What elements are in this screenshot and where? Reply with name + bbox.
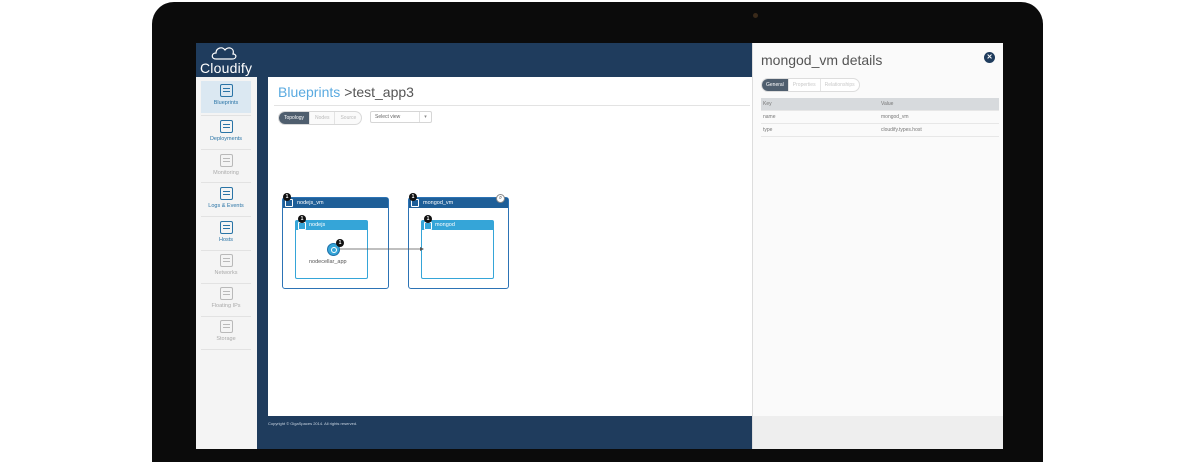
sidebar-item-networks[interactable]: Networks [201,251,251,283]
sidebar-item-logs-events[interactable]: Logs & Events [201,184,251,216]
instance-count-badge: 1 [336,239,344,247]
storage-icon [219,320,233,333]
content-frame [257,77,268,449]
column-header-key: Key [763,101,772,107]
main-content: Blueprints >test_app3 Topology Nodes Sour… [268,77,752,417]
row-key: name [763,114,776,120]
breadcrumb-blueprints-link[interactable]: Blueprints [278,84,340,100]
close-icon[interactable]: ✕ [984,52,995,63]
row-value: cloudify.types.host [881,127,922,133]
instance-count-badge: 1 [409,193,417,201]
footer: Copyright © GigaSpaces 2014. All rights … [257,416,752,449]
instance-count-badge: 1 [283,193,291,201]
row-key: type [763,127,773,133]
tab-general[interactable]: General [762,79,789,91]
node-title: nodejs [309,222,326,228]
sidebar-item-deployments[interactable]: Deployments [201,117,251,149]
tab-relationships[interactable]: Relationships [821,79,859,91]
table-row: name mongod_vm [761,111,999,124]
breadcrumb: Blueprints >test_app3 [278,84,414,100]
node-header: mongod_vm [409,198,508,208]
tab-nodes[interactable]: Nodes [310,112,336,124]
details-tabs: General Properties Relationships [761,78,860,92]
logs-icon [219,187,233,200]
deployments-icon [219,120,233,133]
sidebar-item-floating-ips[interactable]: Floating IPs [201,284,251,316]
panel-footer [753,416,1003,449]
topology-node-mongod[interactable]: mongod [421,220,494,279]
monitoring-icon [219,154,233,167]
details-table: Key Value name mongod_vm type cloudify.t… [761,98,999,137]
sidebar-item-blueprints[interactable]: Blueprints [201,81,251,113]
tab-properties[interactable]: Properties [789,79,821,91]
sidebar-item-label: Hosts [218,237,234,243]
sidebar-item-label: Monitoring [213,170,239,176]
sidebar-divider [201,149,251,150]
blueprints-icon [219,84,233,97]
sidebar-item-storage[interactable]: Storage [201,317,251,349]
details-panel: mongod_vm details ✕ General Properties R… [752,43,1003,449]
topology-node-mongod-vm[interactable]: mongod_vm mongod [408,197,509,289]
instance-count-badge: 1 [424,215,432,223]
row-value: mongod_vm [881,114,909,120]
table-row: type cloudify.types.host [761,124,999,137]
sidebar-item-hosts[interactable]: Hosts [201,218,251,250]
camera-dot [753,13,758,18]
app-screen: Cloudify Blueprints Deployments Monitori… [196,43,1003,449]
sidebar-item-label: Blueprints [213,100,239,106]
sidebar-divider [201,115,251,116]
sidebar-divider [201,349,251,350]
networks-icon [219,254,233,267]
copyright-text: Copyright © GigaSpaces 2014. All rights … [268,421,358,426]
node-title: mongod_vm [423,200,454,206]
sidebar-item-label: Networks [214,270,238,276]
chevron-down-icon: ▾ [419,112,431,122]
sidebar-item-monitoring[interactable]: Monitoring [201,151,251,183]
cloud-logo-icon [211,47,237,60]
sidebar-divider [201,182,251,183]
app-node-label: nodecellar_app [309,259,347,265]
select-view-dropdown[interactable]: Select view ▾ [370,111,432,123]
sidebar: Blueprints Deployments Monitoring Logs &… [196,77,257,449]
node-header: nodejs_vm [283,198,388,208]
node-title: mongod [435,222,455,228]
node-header: mongod [422,221,493,230]
magnify-icon[interactable]: ⌕ [496,194,505,203]
sidebar-item-label: Deployments [209,136,243,142]
table-header-row: Key Value [761,98,999,111]
sidebar-item-label: Storage [216,336,236,342]
floating-ip-icon [219,287,233,300]
tab-source[interactable]: Source [335,112,361,124]
logo-text[interactable]: Cloudify [200,60,252,76]
node-header: nodejs [296,221,367,230]
top-bar: Cloudify [196,43,752,77]
column-header-value: Value [881,101,894,107]
nodejs-icon [298,222,306,230]
hosts-icon [219,221,233,234]
database-icon [424,222,432,230]
header-divider [274,105,750,106]
view-tabs: Topology Nodes Source [278,111,363,125]
node-title: nodejs_vm [297,200,324,206]
tab-topology[interactable]: Topology [279,112,311,124]
page-title: >test_app3 [344,84,414,100]
sidebar-item-label: Logs & Events [208,203,244,209]
sidebar-item-label: Floating IPs [211,303,241,309]
sidebar-divider [201,216,251,217]
select-view-value: Select view [375,114,401,120]
details-title: mongod_vm details [761,52,883,68]
instance-count-badge: 1 [298,215,306,223]
